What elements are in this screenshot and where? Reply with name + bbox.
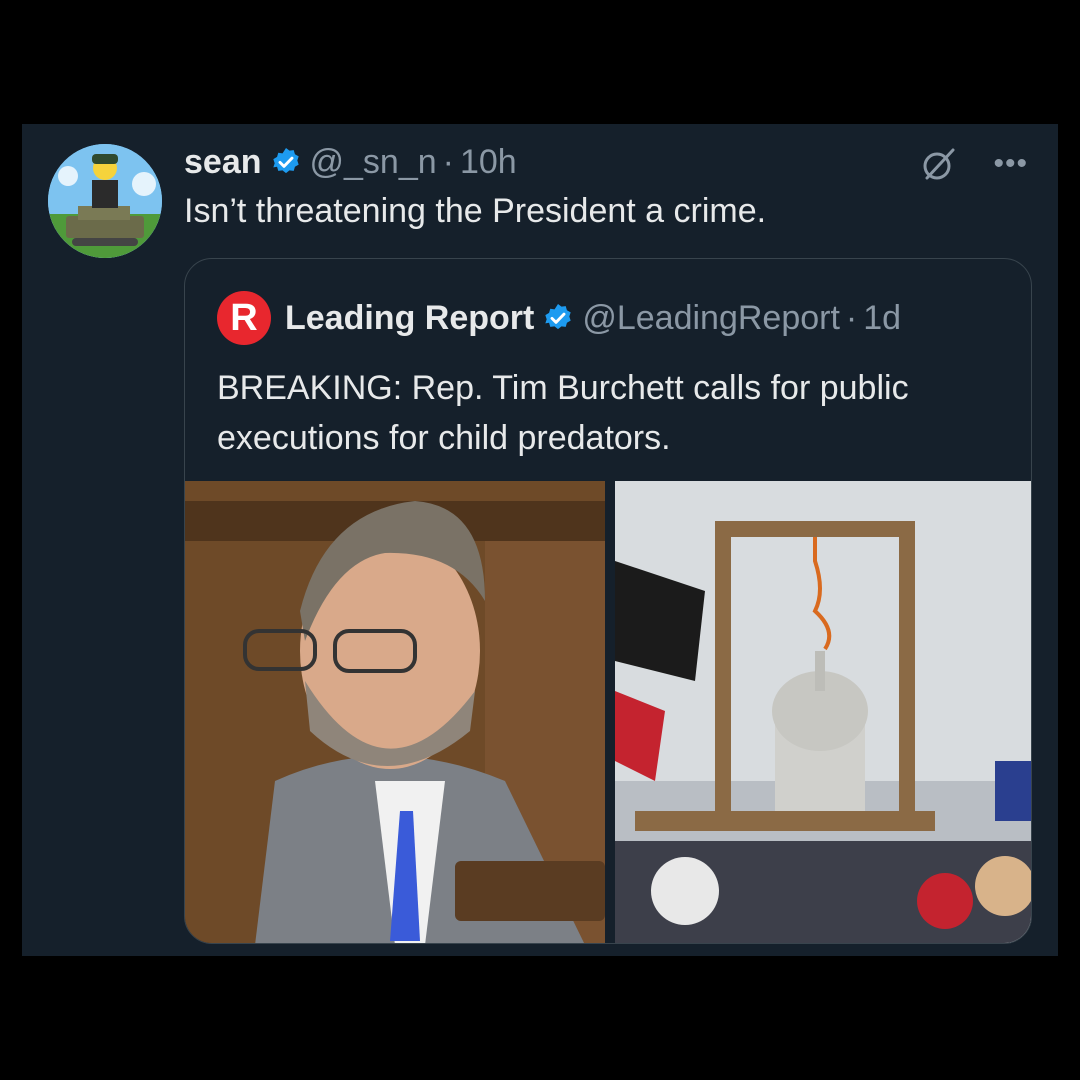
photo-capitol-gallows[interactable] <box>615 481 1031 943</box>
leading-report-logo-icon[interactable]: R <box>217 291 271 345</box>
author-handle[interactable]: @_sn_n <box>310 143 437 182</box>
photo-congressman[interactable] <box>185 481 605 943</box>
quoted-tweet[interactable]: R Leading Report @LeadingReport · 1d BRE… <box>184 258 1032 944</box>
verified-badge-icon <box>272 148 299 174</box>
media-grid <box>185 481 1031 943</box>
tweet-header: sean @_sn_n · 10h <box>184 142 517 182</box>
separator: · <box>442 142 454 181</box>
avatar-image <box>48 144 162 258</box>
avatar[interactable] <box>48 144 162 258</box>
quoted-timestamp[interactable]: 1d <box>863 299 901 338</box>
quoted-text: BREAKING: Rep. Tim Burchett calls for pu… <box>217 369 909 457</box>
timestamp[interactable]: 10h <box>460 143 517 182</box>
quoted-handle[interactable]: @LeadingReport <box>582 299 840 338</box>
tweet-actions: ••• <box>919 144 1028 184</box>
tweet-card[interactable]: sean @_sn_n · 10h ••• Isn’t threatening … <box>22 124 1058 956</box>
author-name[interactable]: sean <box>184 143 262 182</box>
quoted-author-name[interactable]: Leading Report <box>285 299 534 338</box>
tweet-text: Isn’t threatening the President a crime. <box>184 192 767 230</box>
grok-icon[interactable] <box>919 144 959 184</box>
verified-badge-icon <box>545 304 572 330</box>
more-icon[interactable]: ••• <box>993 149 1028 179</box>
quoted-header: R Leading Report @LeadingReport · 1d <box>217 291 901 345</box>
separator: · <box>845 298 858 337</box>
